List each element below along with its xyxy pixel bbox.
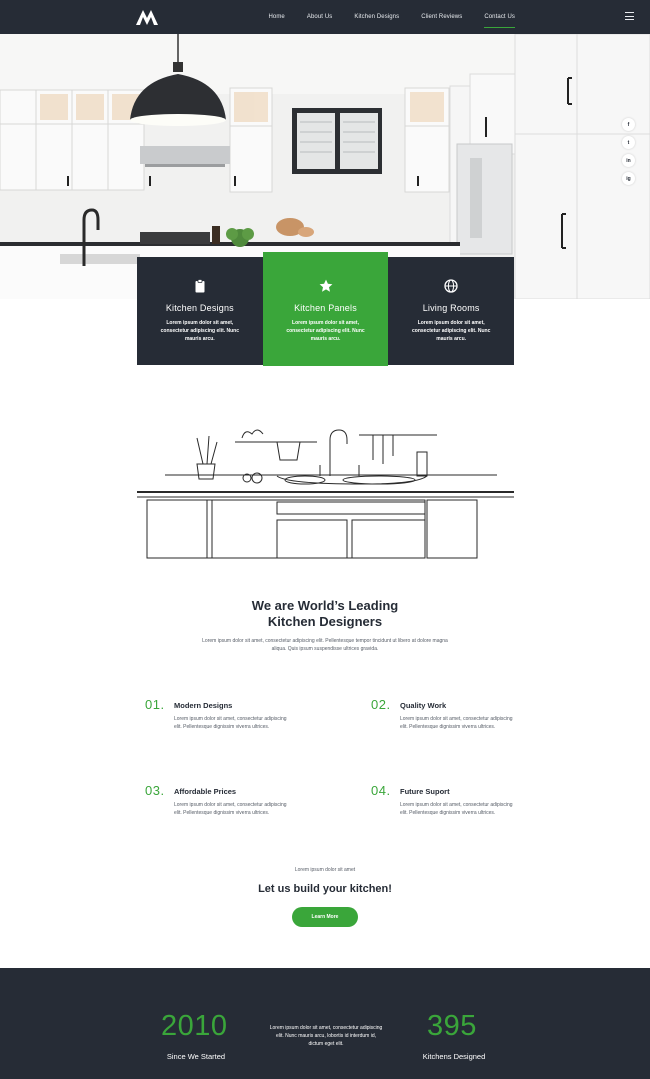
card-text: Lorem ipsum dolor sit amet, consectetur …: [412, 320, 491, 342]
main-menu: Home About Us Kitchen Designs Client Rev…: [246, 0, 515, 34]
service-card-kitchen-panels[interactable]: Kitchen Panels Lorem ipsum dolor sit ame…: [262, 252, 389, 366]
feature-number: 02.: [371, 697, 391, 712]
card-title: Kitchen Designs: [165, 303, 234, 313]
section-description: Lorem ipsum dolor sit amet, consectetur …: [202, 638, 448, 652]
card-title: Living Rooms: [422, 303, 480, 313]
instagram-icon[interactable]: ig: [622, 172, 635, 185]
nav-link-kitchen-designs[interactable]: Kitchen Designs: [354, 10, 399, 24]
section-title: We are World’s Leading Kitchen Designers: [0, 598, 650, 630]
cta-subtitle: Lorem ipsum dolor sit amet: [294, 867, 356, 873]
stats-description: Lorem ipsum dolor sit amet, consectetur …: [269, 1025, 383, 1047]
menu-icon[interactable]: [625, 12, 634, 20]
card-text: Lorem ipsum dolor sit amet, consectetur …: [160, 320, 240, 342]
stat-kitchens-number: 395: [427, 1010, 477, 1042]
stats-section: 2010 Since We Started Lorem ipsum dolor …: [0, 968, 650, 1079]
cta-title: Let us build your kitchen!: [258, 883, 392, 895]
star-icon: [319, 279, 333, 292]
stat-year-number: 2010: [161, 1010, 228, 1042]
stat-year-label: Since We Started: [166, 1052, 226, 1061]
facebook-icon[interactable]: f: [622, 118, 635, 131]
nav-link-client-reviews[interactable]: Client Reviews: [421, 10, 462, 24]
social-links: f t in ig: [622, 118, 635, 185]
service-card-living-rooms[interactable]: Living Rooms Lorem ipsum dolor sit amet,…: [388, 257, 515, 365]
stat-kitchens-label: Kitchens Designed: [422, 1052, 486, 1061]
card-text: Lorem ipsum dolor sit amet, consectetur …: [286, 320, 365, 342]
feature-text: Lorem ipsum dolor sit amet, consectetur …: [400, 802, 513, 816]
nav-link-about-us[interactable]: About Us: [307, 10, 332, 24]
feature-title: Affordable Prices: [174, 787, 237, 796]
clipboard-icon: [195, 279, 205, 293]
section-title-line-1: We are World’s Leading: [251, 598, 399, 613]
section-title-line-2: Kitchen Designers: [267, 614, 383, 629]
nav-link-contact-us[interactable]: Contact Us: [484, 10, 515, 28]
feature-title: Quality Work: [400, 701, 447, 710]
feature-title: Future Suport: [400, 787, 450, 796]
twitter-icon[interactable]: t: [622, 136, 635, 149]
top-navbar: Home About Us Kitchen Designs Client Rev…: [0, 0, 650, 34]
feature-number: 01.: [145, 697, 165, 712]
feature-text: Lorem ipsum dolor sit amet, consectetur …: [174, 716, 287, 730]
feature-text: Lorem ipsum dolor sit amet, consectetur …: [400, 716, 513, 730]
feature-text: Lorem ipsum dolor sit amet, consectetur …: [174, 802, 287, 816]
feature-number: 04.: [371, 783, 391, 798]
feature-number: 03.: [145, 783, 165, 798]
service-cards: Kitchen Designs Lorem ipsum dolor sit am…: [137, 252, 515, 366]
brand-logo[interactable]: [135, 8, 159, 26]
service-card-kitchen-designs[interactable]: Kitchen Designs Lorem ipsum dolor sit am…: [137, 257, 263, 365]
kitchen-sketch-illustration: [137, 429, 514, 559]
card-title: Kitchen Panels: [294, 303, 357, 313]
globe-icon: [444, 279, 458, 293]
feature-title: Modern Designs: [174, 701, 233, 710]
learn-more-button[interactable]: Learn More: [292, 907, 358, 927]
nav-link-home[interactable]: Home: [268, 10, 284, 24]
linkedin-icon[interactable]: in: [622, 154, 635, 167]
